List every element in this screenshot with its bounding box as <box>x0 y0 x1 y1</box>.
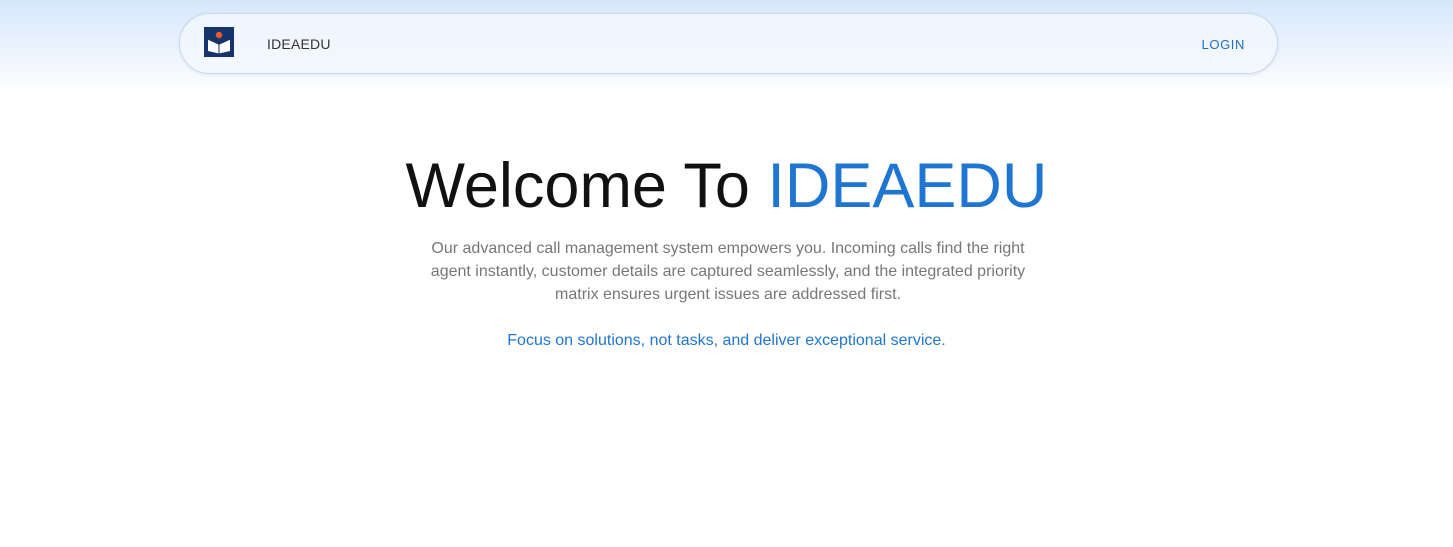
hero-tagline: Focus on solutions, not tasks, and deliv… <box>507 332 946 349</box>
navbar: IDEAEDU LOGIN <box>179 13 1278 74</box>
login-button[interactable]: LOGIN <box>1202 37 1245 52</box>
title-brand: IDEAEDU <box>767 151 1048 221</box>
brand-name[interactable]: IDEAEDU <box>267 36 331 52</box>
title-prefix: Welcome To <box>405 151 768 221</box>
book-logo-icon[interactable] <box>204 27 234 57</box>
hero-description: Our advanced call management system empo… <box>430 240 1026 303</box>
page-title: Welcome To IDEAEDU <box>0 148 1453 224</box>
